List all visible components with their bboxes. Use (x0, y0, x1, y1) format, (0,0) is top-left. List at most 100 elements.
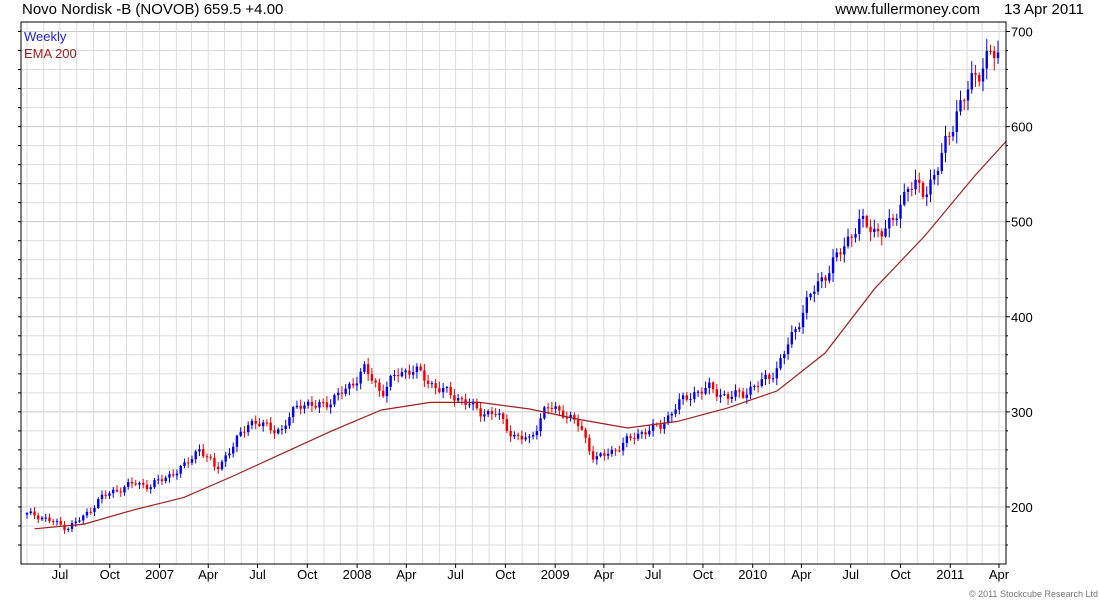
candle-body (618, 450, 621, 452)
x-tick-label: 2009 (541, 567, 570, 582)
candle-body (996, 52, 1000, 59)
candle-body (753, 385, 756, 387)
candle-body (644, 432, 647, 435)
candle-body (865, 215, 868, 227)
candle-body (786, 344, 790, 355)
candle-body (921, 182, 925, 197)
candle-body (749, 386, 752, 395)
x-tick-label: 2007 (145, 567, 174, 582)
y-tick-label: 600 (1011, 120, 1033, 135)
candle-body (115, 489, 119, 492)
candle-body (119, 491, 122, 493)
candle-body (441, 387, 445, 393)
candle-body (910, 188, 913, 190)
candle-body (576, 419, 580, 427)
candle-body (318, 402, 321, 408)
candle-body (149, 487, 152, 490)
candle-body (674, 409, 677, 414)
candle-body (44, 517, 47, 519)
candle-body (280, 428, 284, 430)
candle-body (846, 236, 850, 247)
candle-body (730, 396, 734, 399)
x-tick-label: Jul (249, 567, 266, 582)
legend-weekly: Weekly (24, 29, 67, 44)
candle-body (483, 414, 486, 417)
candle-body (239, 431, 242, 436)
candle-body (516, 434, 520, 436)
x-tick-label: Oct (297, 567, 318, 582)
candle-body (370, 374, 374, 381)
x-tick-label: Oct (890, 567, 911, 582)
candle-body (963, 100, 966, 102)
candle-body (340, 392, 344, 394)
candle-body (100, 494, 104, 500)
candle-body (531, 435, 535, 437)
candle-body (809, 293, 812, 298)
candle-body (246, 425, 250, 433)
candle-body (314, 405, 317, 408)
candle-body (220, 461, 224, 470)
candle-body (138, 482, 141, 485)
candle-body (321, 402, 325, 404)
candle-body (648, 430, 651, 435)
candle-body (37, 515, 40, 520)
candle-body (876, 228, 880, 232)
candle-body (344, 388, 347, 394)
candle-body (423, 370, 426, 381)
candle-body (363, 364, 366, 372)
candle-body (734, 390, 737, 397)
candle-body (659, 424, 662, 429)
candle-body (494, 414, 497, 416)
candle-body (261, 422, 265, 427)
candle-body (145, 484, 149, 490)
candle-body (981, 68, 985, 82)
candle-body (520, 435, 524, 440)
candle-body (696, 391, 700, 393)
y-tick-label: 500 (1011, 215, 1033, 230)
candle-body (738, 390, 741, 392)
candle-body (359, 371, 362, 384)
candle-body (172, 474, 175, 476)
candle-body (535, 431, 539, 436)
candle-body (235, 435, 239, 447)
candle-body (175, 473, 179, 476)
candle-body (299, 405, 302, 409)
candle-body (295, 405, 299, 408)
candle-body (565, 417, 569, 419)
candle-body (288, 417, 291, 426)
candle-body (153, 480, 156, 488)
x-tick-label: Jul (447, 567, 464, 582)
candle-body (854, 233, 857, 238)
x-tick-label: Jul (842, 567, 859, 582)
candle-body (389, 375, 392, 387)
candle-body (157, 479, 160, 481)
candle-body (209, 456, 212, 458)
price-chart: 200 300 400 500 600 700 Jul Oct 2007 Apr Jul Oct 200… (18, 21, 1033, 582)
candle-body (723, 394, 726, 396)
candle-body (918, 179, 921, 183)
candle-body (404, 370, 407, 373)
candle-body (614, 449, 617, 451)
candle-body (385, 386, 389, 397)
candle-body (606, 453, 610, 456)
candle-body (415, 366, 419, 373)
x-tick-label: Apr (791, 567, 812, 582)
candle-body (374, 380, 377, 383)
x-tick-label: Oct (693, 567, 714, 582)
candle-body (411, 372, 415, 375)
candle-body (970, 73, 973, 90)
candle-body (243, 431, 246, 433)
candle-body (948, 135, 951, 137)
candle-body (273, 430, 276, 434)
candle-body (906, 188, 910, 192)
candle-body (768, 374, 771, 380)
candle-body (708, 382, 711, 388)
candle-body (936, 170, 940, 176)
candle-body (513, 434, 516, 437)
candle-body (929, 179, 932, 195)
copyright-text: © 2011 Stockcube Research Ltd (968, 589, 1098, 599)
candle-body (381, 390, 385, 397)
candle-body (681, 395, 685, 400)
candle-body (685, 395, 689, 400)
candle-body (40, 517, 44, 520)
